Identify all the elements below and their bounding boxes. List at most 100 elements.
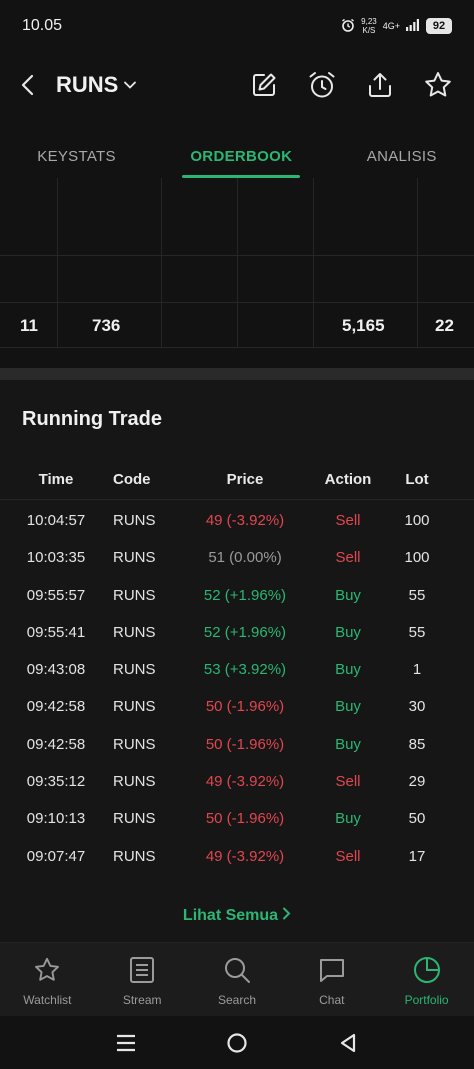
nav-label: Watchlist bbox=[23, 993, 72, 1007]
trade-action: Buy bbox=[335, 623, 361, 641]
trade-lot: 1 bbox=[412, 661, 422, 679]
trade-row[interactable]: 09:43:08 RUNS 53 (+3.92%) Buy 1 bbox=[0, 649, 474, 686]
trade-time: 10:03:35 bbox=[26, 549, 86, 567]
running-trade-title: Running Trade bbox=[22, 408, 162, 430]
chevron-down-icon[interactable] bbox=[124, 77, 140, 93]
back-button[interactable] bbox=[20, 68, 54, 102]
grid-line bbox=[57, 178, 58, 348]
nav-search[interactable]: Search bbox=[190, 943, 285, 1016]
nav-portfolio[interactable]: Portfolio bbox=[379, 943, 474, 1016]
tab-analisis[interactable]: ANALISIS bbox=[367, 136, 437, 178]
trade-action: Buy bbox=[335, 698, 361, 716]
trade-price: 50 (-1.96%) bbox=[205, 735, 285, 753]
trade-price: 53 (+3.92%) bbox=[203, 661, 287, 679]
chevron-left-icon bbox=[21, 74, 34, 96]
trade-row[interactable]: 09:42:58 RUNS 50 (-1.96%) Buy 30 bbox=[0, 686, 474, 723]
orderbook-total-offer-lot: 5,165 bbox=[342, 316, 385, 335]
trade-code: RUNS bbox=[113, 512, 156, 529]
nav-label: Search bbox=[217, 993, 256, 1007]
trade-action: Sell bbox=[335, 549, 361, 567]
trade-row[interactable]: 09:55:57 RUNS 52 (+1.96%) Buy 55 bbox=[0, 575, 474, 612]
trade-time: 09:55:57 bbox=[26, 586, 86, 604]
alarm-status-icon bbox=[341, 18, 355, 35]
trade-time: 10:04:57 bbox=[26, 512, 86, 529]
trade-action: Sell bbox=[335, 773, 361, 791]
grid-line bbox=[237, 178, 238, 348]
orderbook-total-bid-freq: 11 bbox=[20, 316, 38, 335]
grid-line bbox=[0, 347, 474, 348]
status-bar: 10.05 9,23 K/S 4G+ 92 bbox=[0, 0, 474, 52]
trade-row[interactable]: 09:10:13 RUNS 50 (-1.96%) Buy 50 bbox=[0, 798, 474, 835]
trade-price: 49 (-3.92%) bbox=[205, 847, 285, 865]
trade-price: 50 (-1.96%) bbox=[205, 698, 285, 716]
recent-apps-icon[interactable] bbox=[106, 1023, 146, 1063]
orderbook-table: 11 736 5,165 22 bbox=[0, 178, 474, 348]
nav-watchlist[interactable]: Watchlist bbox=[0, 943, 95, 1016]
trade-lot: 85 bbox=[408, 735, 426, 753]
grid-line bbox=[0, 302, 474, 303]
star-icon[interactable] bbox=[422, 69, 454, 101]
trade-price: 51 (0.00%) bbox=[208, 549, 282, 567]
bottom-nav: Watchlist Stream Search Chat Portfolio bbox=[0, 942, 474, 1016]
alarm-icon[interactable] bbox=[306, 69, 338, 101]
trade-action: Buy bbox=[335, 810, 361, 828]
trade-row[interactable]: 10:03:35 RUNS 51 (0.00%) Sell 100 bbox=[0, 537, 474, 574]
ticker-symbol[interactable]: RUNS bbox=[56, 72, 118, 98]
trade-row[interactable]: 09:07:47 RUNS 49 (-3.92%) Sell 17 bbox=[0, 836, 474, 873]
signal-icon bbox=[406, 18, 420, 34]
home-icon[interactable] bbox=[217, 1023, 257, 1063]
network-type: 4G+ bbox=[382, 21, 400, 31]
share-icon[interactable] bbox=[364, 69, 396, 101]
trade-row[interactable]: 10:04:57 RUNS 49 (-3.92%) Sell 100 bbox=[0, 500, 474, 537]
grid-line bbox=[313, 178, 314, 348]
running-trade-panel: Running Trade Time Code Price Action Lot… bbox=[0, 380, 474, 942]
trade-code: RUNS bbox=[113, 847, 156, 865]
column-header-action: Action bbox=[324, 471, 372, 488]
orderbook-total-offer-freq: 22 bbox=[435, 316, 454, 335]
trade-lot: 50 bbox=[408, 810, 426, 828]
trade-action: Buy bbox=[335, 586, 361, 604]
orderbook-total-bid-lot: 736 bbox=[92, 316, 121, 335]
trade-code: RUNS bbox=[113, 661, 156, 679]
trade-time: 09:42:58 bbox=[26, 698, 86, 716]
header-actions bbox=[248, 69, 454, 101]
trade-time: 09:35:12 bbox=[26, 773, 86, 791]
trade-price: 49 (-3.92%) bbox=[205, 512, 285, 529]
see-all-link[interactable]: Lihat Semua bbox=[0, 907, 474, 925]
trade-code: RUNS bbox=[113, 698, 156, 716]
edit-icon[interactable] bbox=[248, 69, 280, 101]
tab-orderbook[interactable]: ORDERBOOK bbox=[182, 136, 301, 178]
trade-lot: 55 bbox=[408, 586, 426, 604]
nav-stream[interactable]: Stream bbox=[95, 943, 190, 1016]
net-speed: 9,23 K/S bbox=[361, 17, 377, 35]
column-header-lot: Lot bbox=[405, 471, 429, 488]
chat-icon bbox=[317, 955, 347, 985]
chevron-right-icon bbox=[282, 907, 291, 925]
tab-bar: KEYSTATS ORDERBOOK ANALISIS bbox=[0, 136, 474, 178]
trade-code: RUNS bbox=[113, 586, 156, 604]
grid-line bbox=[0, 255, 474, 256]
trade-price: 49 (-3.92%) bbox=[205, 773, 285, 791]
battery-indicator: 92 bbox=[426, 18, 452, 34]
status-time: 10.05 bbox=[22, 17, 63, 34]
status-indicators: 9,23 K/S 4G+ 92 bbox=[341, 17, 452, 35]
trade-lot: 29 bbox=[408, 773, 426, 791]
net-speed-unit: K/S bbox=[362, 26, 376, 35]
running-trade-rows: 10:04:57 RUNS 49 (-3.92%) Sell 100 10:03… bbox=[0, 500, 474, 873]
search-icon bbox=[222, 955, 252, 985]
nav-label: Stream bbox=[122, 993, 162, 1007]
trade-row[interactable]: 09:35:12 RUNS 49 (-3.92%) Sell 29 bbox=[0, 761, 474, 798]
see-all-label: Lihat Semua bbox=[182, 907, 279, 924]
trade-action: Buy bbox=[335, 661, 361, 679]
trade-action: Sell bbox=[335, 847, 361, 865]
nav-chat[interactable]: Chat bbox=[284, 943, 379, 1016]
trade-price: 50 (-1.96%) bbox=[205, 810, 285, 828]
grid-line bbox=[417, 178, 418, 348]
trade-row[interactable]: 09:55:41 RUNS 52 (+1.96%) Buy 55 bbox=[0, 612, 474, 649]
trade-lot: 100 bbox=[404, 549, 430, 567]
grid-line bbox=[161, 178, 162, 348]
trade-lot: 30 bbox=[408, 698, 426, 716]
trade-row[interactable]: 09:42:58 RUNS 50 (-1.96%) Buy 85 bbox=[0, 724, 474, 761]
tab-keystats[interactable]: KEYSTATS bbox=[37, 136, 116, 178]
back-nav-icon[interactable] bbox=[328, 1023, 368, 1063]
